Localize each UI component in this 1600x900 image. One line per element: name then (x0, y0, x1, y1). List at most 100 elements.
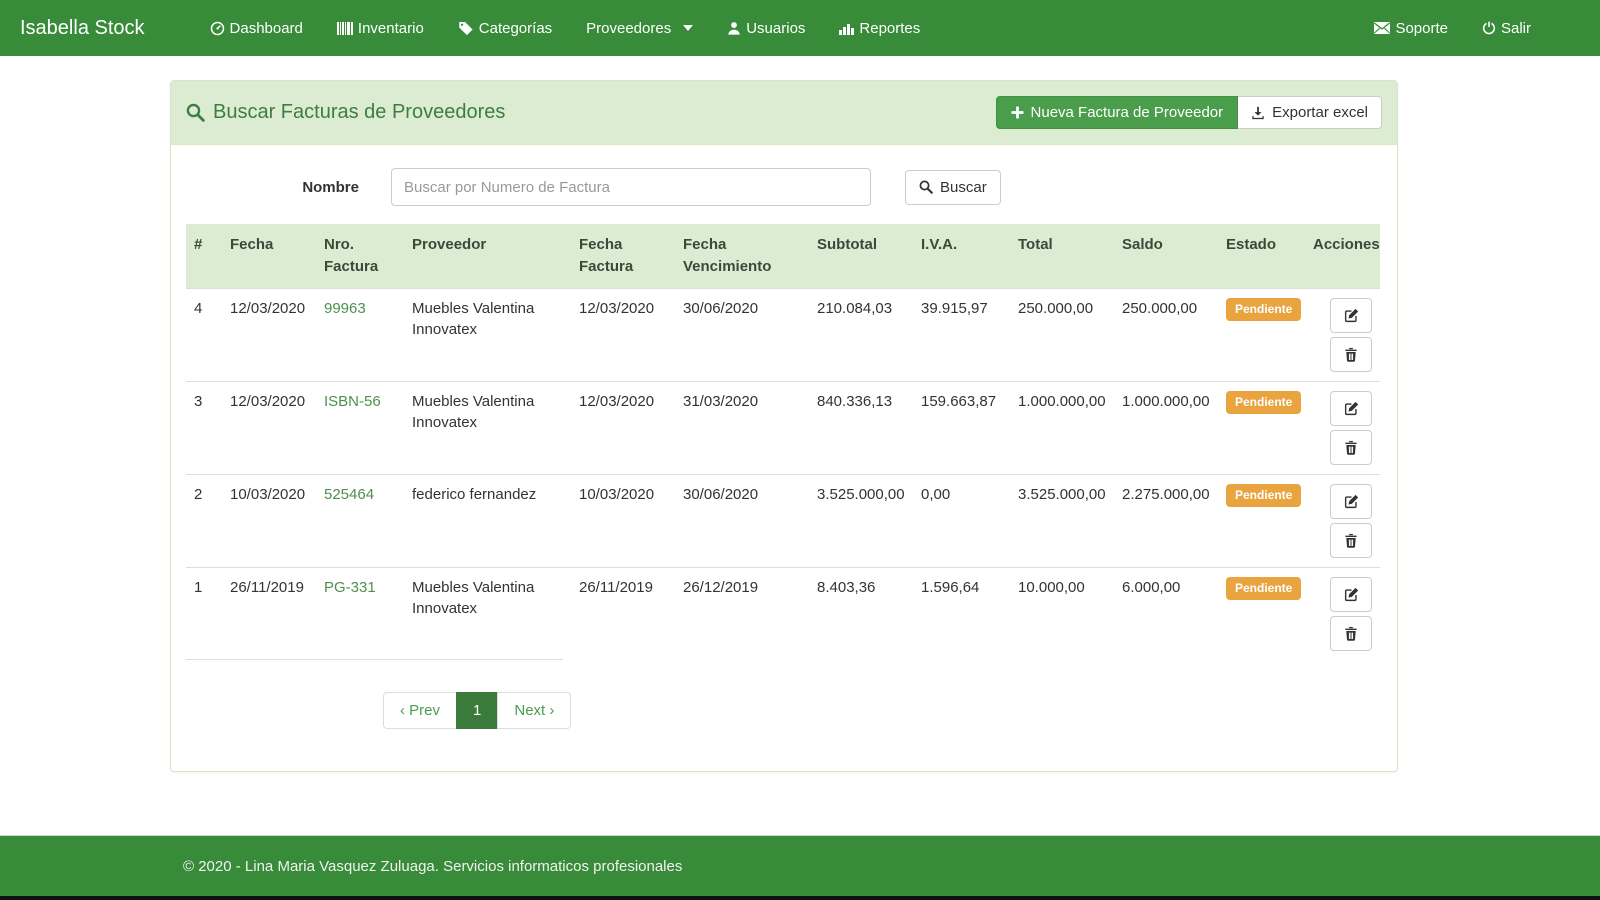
pagination-page-1[interactable]: 1 (456, 692, 498, 729)
invoices-panel: Buscar Facturas de Proveedores Nueva Fac… (170, 80, 1398, 772)
nav-label: Reportes (859, 20, 920, 37)
cell-saldo: 2.275.000,00 (1114, 474, 1218, 567)
barcode-icon (337, 22, 353, 35)
cell-fecha: 26/11/2019 (222, 567, 316, 660)
delete-invoice-button[interactable] (1330, 616, 1372, 651)
nav-item-salir[interactable]: Salir (1465, 0, 1548, 56)
pagination: ‹ Prev 1 Next › (383, 692, 571, 729)
brand-link[interactable]: Isabella Stock (0, 17, 165, 40)
page-title: Buscar Facturas de Proveedores (186, 101, 505, 124)
power-icon (1482, 21, 1496, 35)
table-row: 4 12/03/2020 99963 Muebles Valentina Inn… (186, 288, 1380, 381)
invoice-number-link[interactable]: PG-331 (324, 579, 376, 596)
cell-proveedor: federico fernandez (404, 474, 571, 567)
invoice-number-link[interactable]: 99963 (324, 300, 366, 317)
cell-fecha-vencimiento: 30/06/2020 (675, 474, 809, 567)
nav-item-proveedores[interactable]: Proveedores (569, 0, 710, 56)
main-menu: Dashboard Inventario Categorías Proveedo… (193, 0, 938, 56)
cell-fecha-factura: 26/11/2019 (571, 567, 675, 660)
delete-invoice-button[interactable] (1330, 337, 1372, 372)
edit-icon (1344, 494, 1359, 509)
cell-fecha-vencimiento: 30/06/2020 (675, 288, 809, 381)
cell-iva: 39.915,97 (913, 288, 1010, 381)
heading-buttons: Nueva Factura de Proveedor Exportar exce… (996, 96, 1382, 129)
export-excel-button[interactable]: Exportar excel (1238, 96, 1382, 129)
delete-invoice-button[interactable] (1330, 430, 1372, 465)
cell-saldo: 1.000.000,00 (1114, 381, 1218, 474)
cell-fecha-vencimiento: 31/03/2020 (675, 381, 809, 474)
col-header-iva: I.V.A. (913, 224, 1010, 288)
cell-id: 2 (186, 474, 222, 567)
user-icon (727, 21, 741, 35)
invoice-number-link[interactable]: ISBN-56 (324, 393, 381, 410)
tag-icon (458, 21, 474, 36)
col-header-proveedor: Proveedor (404, 224, 571, 288)
trash-icon (1344, 347, 1358, 362)
search-button-label: Buscar (940, 179, 987, 196)
new-invoice-button[interactable]: Nueva Factura de Proveedor (996, 96, 1239, 129)
cell-id: 3 (186, 381, 222, 474)
edit-invoice-button[interactable] (1330, 298, 1372, 333)
trash-icon (1344, 626, 1358, 641)
col-header-estado: Estado (1218, 224, 1305, 288)
cell-saldo: 6.000,00 (1114, 567, 1218, 660)
col-header-nro-factura: Nro. Factura (316, 224, 404, 288)
edit-invoice-button[interactable] (1330, 577, 1372, 612)
table-row: 1 26/11/2019 PG-331 Muebles Valentina In… (186, 567, 1380, 660)
delete-invoice-button[interactable] (1330, 523, 1372, 558)
invoices-table: # Fecha Nro. Factura Proveedor Fecha Fac… (186, 224, 1380, 660)
status-badge: Pendiente (1226, 484, 1301, 507)
table-row: 3 12/03/2020 ISBN-56 Muebles Valentina I… (186, 381, 1380, 474)
edit-icon (1344, 401, 1359, 416)
cell-proveedor: Muebles Valentina Innovatex (404, 381, 571, 474)
edit-invoice-button[interactable] (1330, 484, 1372, 519)
nav-item-categorias[interactable]: Categorías (441, 0, 569, 56)
footer-text: © 2020 - Lina Maria Vasquez Zuluaga. Ser… (183, 858, 682, 875)
col-header-fecha-vencimiento: Fecha Vencimiento (675, 224, 809, 288)
nav-item-usuarios[interactable]: Usuarios (710, 0, 822, 56)
nav-item-reportes[interactable]: Reportes (822, 0, 937, 56)
cell-total: 3.525.000,00 (1010, 474, 1114, 567)
nav-item-soporte[interactable]: Soporte (1357, 0, 1465, 56)
table-bottom-rule (186, 659, 563, 660)
caret-down-icon (683, 25, 693, 31)
status-badge: Pendiente (1226, 391, 1301, 414)
pagination-next[interactable]: Next › (497, 692, 571, 729)
dashboard-icon (210, 21, 225, 36)
nav-label: Salir (1501, 20, 1531, 37)
col-header-id: # (186, 224, 222, 288)
secondary-menu: Soporte Salir (1357, 0, 1600, 56)
navbar: Isabella Stock Dashboard Inventario Cate… (0, 0, 1600, 56)
table-row: 2 10/03/2020 525464 federico fernandez 1… (186, 474, 1380, 567)
cell-id: 1 (186, 567, 222, 660)
cell-saldo: 250.000,00 (1114, 288, 1218, 381)
page-title-text: Buscar Facturas de Proveedores (213, 101, 505, 124)
search-form: Nombre Buscar (186, 168, 1382, 206)
nav-label: Inventario (358, 20, 424, 37)
panel-body: Nombre Buscar # Fe (171, 145, 1397, 744)
col-header-fecha: Fecha (222, 224, 316, 288)
col-header-acciones: Acciones (1305, 224, 1380, 288)
nav-label: Categorías (479, 20, 552, 37)
edit-invoice-button[interactable] (1330, 391, 1372, 426)
pagination-prev[interactable]: ‹ Prev (383, 692, 457, 729)
new-invoice-label: Nueva Factura de Proveedor (1031, 104, 1224, 121)
cell-total: 1.000.000,00 (1010, 381, 1114, 474)
search-input[interactable] (391, 168, 871, 206)
footer: © 2020 - Lina Maria Vasquez Zuluaga. Ser… (0, 835, 1600, 896)
nav-item-inventario[interactable]: Inventario (320, 0, 441, 56)
nav-item-dashboard[interactable]: Dashboard (193, 0, 320, 56)
envelope-icon (1374, 22, 1390, 34)
download-icon (1251, 106, 1265, 120)
main-content: Buscar Facturas de Proveedores Nueva Fac… (0, 56, 1600, 835)
cell-subtotal: 3.525.000,00 (809, 474, 913, 567)
cell-fecha-factura: 10/03/2020 (571, 474, 675, 567)
invoice-number-link[interactable]: 525464 (324, 486, 374, 503)
edit-icon (1344, 308, 1359, 323)
bottom-edge-bar (0, 896, 1600, 900)
search-icon (186, 103, 205, 122)
search-button[interactable]: Buscar (905, 170, 1001, 205)
cell-subtotal: 8.403,36 (809, 567, 913, 660)
cell-iva: 0,00 (913, 474, 1010, 567)
search-icon (919, 180, 933, 194)
